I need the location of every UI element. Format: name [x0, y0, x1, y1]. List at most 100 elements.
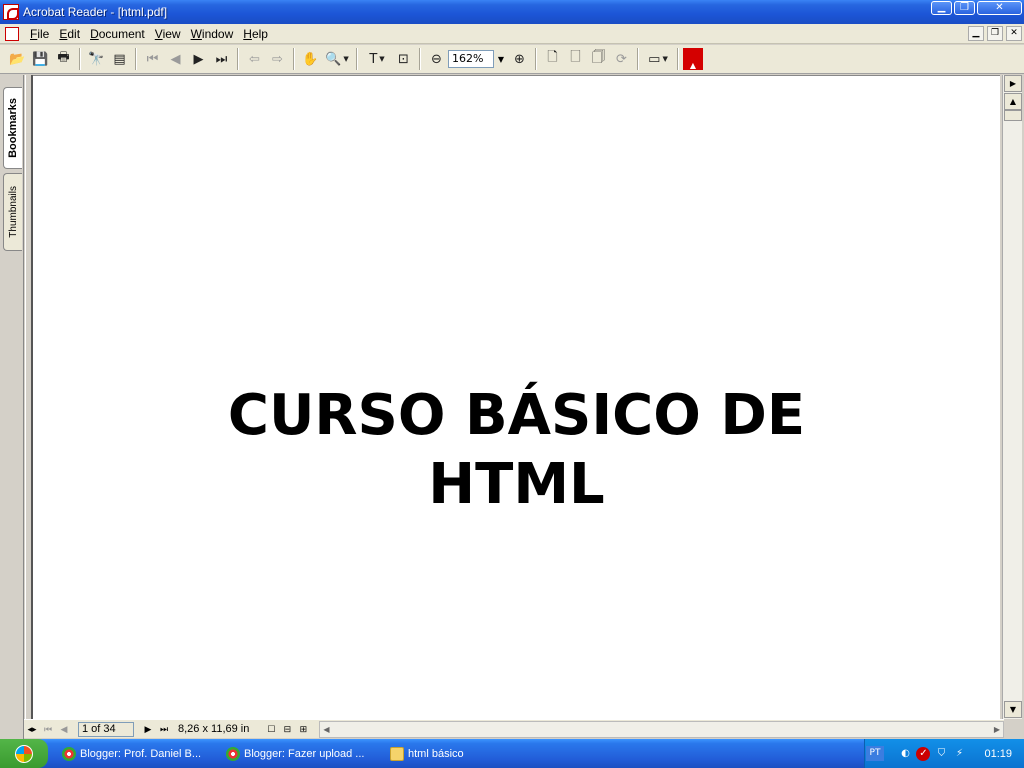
- hand-tool-icon[interactable]: ✋: [299, 48, 322, 71]
- page-layout-icon[interactable]: ▭ ▼: [643, 48, 673, 71]
- toolbar-separator: [237, 48, 239, 70]
- save-icon[interactable]: 💾: [29, 48, 52, 71]
- status-last-page-icon[interactable]: ⏭: [156, 724, 172, 735]
- volume-icon[interactable]: ◐: [898, 747, 912, 761]
- zoom-in-icon[interactable]: ⊕: [508, 48, 531, 71]
- doc-close-icon[interactable]: ✕: [1006, 26, 1022, 41]
- show-hide-navigation-icon[interactable]: ▤: [108, 48, 131, 71]
- toolbar-separator: [677, 48, 679, 70]
- taskbar-item-label: Blogger: Prof. Daniel B...: [80, 747, 202, 760]
- taskbar-item-label: html básico: [408, 747, 464, 760]
- continuous-facing-icon[interactable]: ⊞: [295, 724, 311, 735]
- find-icon[interactable]: 🔭: [85, 48, 108, 71]
- navigation-pane: Bookmarks Thumbnails: [0, 75, 24, 739]
- acrobat-app-icon: [3, 4, 19, 20]
- scroll-up-icon[interactable]: ▲: [1004, 93, 1022, 110]
- vertical-scrollbar[interactable]: ▶ ▲ ▼: [1002, 75, 1022, 719]
- title-bar: Acrobat Reader - [html.pdf] ▁ ❐ ✕: [0, 0, 1024, 24]
- fit-width-icon[interactable]: 🗍: [587, 48, 610, 71]
- menu-view[interactable]: View: [150, 27, 186, 41]
- navigation-pane-toggle-icon[interactable]: ◂▸: [24, 724, 40, 735]
- go-back-icon[interactable]: ⇦: [243, 48, 266, 71]
- windows-logo-icon: [15, 744, 33, 763]
- horizontal-scrollbar[interactable]: ◀ ▶: [319, 720, 1004, 738]
- zoom-tool-icon[interactable]: 🔍 ▼: [322, 48, 352, 71]
- toolbar-separator: [293, 48, 295, 70]
- security-shield-icon[interactable]: ⛉: [934, 747, 948, 761]
- language-indicator[interactable]: PT: [866, 746, 884, 761]
- zoom-dropdown-icon[interactable]: ▼: [494, 55, 508, 64]
- open-icon[interactable]: 📂: [6, 48, 29, 71]
- next-page-icon[interactable]: ▶: [187, 48, 210, 71]
- taskbar-item-label: Blogger: Fazer upload ...: [244, 747, 365, 760]
- pane-splitter[interactable]: [25, 75, 33, 719]
- toolbar-separator: [135, 48, 137, 70]
- tab-thumbnails[interactable]: Thumbnails: [3, 173, 22, 251]
- restore-icon[interactable]: ❐: [954, 1, 975, 15]
- scroll-down-icon[interactable]: ▼: [1004, 701, 1022, 718]
- page-size: 8,26 x 11,69 in: [178, 723, 250, 735]
- toolbar: 📂 💾 🖶 🔭 ▤ ⏮ ◀ ▶ ⏭ ⇦ ⇨ ✋ 🔍 ▼ T ▼ ⊡ ⊖ 162% ▼…: [0, 45, 1024, 74]
- document-icon[interactable]: [5, 26, 19, 41]
- document-title-line-2: HTML: [428, 452, 605, 517]
- close-icon[interactable]: ✕: [977, 1, 1022, 15]
- zoom-out-icon[interactable]: ⊖: [425, 48, 448, 71]
- menu-edit[interactable]: Edit: [54, 27, 85, 41]
- taskbar-item[interactable]: Blogger: Fazer upload ...: [226, 743, 376, 765]
- chrome-icon: [226, 746, 240, 761]
- status-previous-page-icon[interactable]: ◀: [56, 724, 72, 735]
- tab-thumbnails-label: Thumbnails: [7, 186, 19, 238]
- toolbar-separator: [637, 48, 639, 70]
- minimize-icon[interactable]: ▁: [931, 1, 952, 15]
- adobe-logo-icon[interactable]: ▲: [683, 48, 703, 70]
- menu-document[interactable]: Document: [85, 27, 150, 41]
- continuous-icon[interactable]: ⊟: [279, 724, 295, 735]
- tab-bookmarks[interactable]: Bookmarks: [3, 87, 22, 169]
- folder-icon: [390, 746, 404, 761]
- tab-bookmarks-label: Bookmarks: [7, 98, 19, 158]
- scroll-left-icon[interactable]: ◀: [323, 725, 329, 734]
- clock: 01:19: [984, 747, 1012, 760]
- doc-minimize-icon[interactable]: ▁: [968, 26, 984, 41]
- menu-window[interactable]: Window: [186, 27, 239, 41]
- window-controls: ▁ ❐ ✕: [931, 1, 1022, 15]
- scroll-thumb[interactable]: [1004, 110, 1022, 121]
- status-next-page-icon[interactable]: ▶: [140, 724, 156, 735]
- text-select-tool-icon[interactable]: T ▼: [362, 48, 392, 71]
- status-first-page-icon[interactable]: ⏮: [40, 724, 56, 735]
- taskbar-item[interactable]: Blogger: Prof. Daniel B...: [62, 743, 212, 765]
- scroll-right-icon[interactable]: ▶: [994, 725, 1000, 734]
- go-forward-icon[interactable]: ⇨: [266, 48, 289, 71]
- window-title: Acrobat Reader - [html.pdf]: [23, 5, 168, 19]
- toolbar-separator: [79, 48, 81, 70]
- menu-help[interactable]: Help: [238, 27, 273, 41]
- doc-restore-icon[interactable]: ❐: [987, 26, 1003, 41]
- last-page-icon[interactable]: ⏭: [210, 48, 233, 71]
- document-title-line-1: CURSO BÁSICO DE: [227, 383, 806, 448]
- taskbar-item[interactable]: html básico: [390, 743, 540, 765]
- document-page: CURSO BÁSICO DE HTML: [33, 75, 1000, 719]
- previous-page-icon[interactable]: ◀: [164, 48, 187, 71]
- status-bar: ◂▸ ⏮ ◀ 1 of 34 ▶ ⏭ 8,26 x 11,69 in ☐ ⊟ ⊞…: [24, 719, 1004, 738]
- start-button[interactable]: [0, 739, 48, 768]
- document-window-controls: ▁ ❐ ✕: [968, 26, 1022, 41]
- actual-size-icon[interactable]: 🗋: [541, 48, 564, 71]
- page-number-field[interactable]: 1 of 34: [78, 721, 134, 737]
- first-page-icon[interactable]: ⏮: [141, 48, 164, 71]
- toolbar-separator: [356, 48, 358, 70]
- antivirus-icon[interactable]: ✓: [916, 746, 931, 761]
- fit-page-icon[interactable]: 🗌: [564, 48, 587, 71]
- print-icon[interactable]: 🖶: [52, 48, 75, 71]
- pane-expand-icon[interactable]: ▶: [1004, 75, 1022, 92]
- menu-file[interactable]: File: [25, 27, 54, 41]
- snapshot-tool-icon[interactable]: ⊡: [392, 48, 415, 71]
- rotate-view-icon[interactable]: ⟳: [610, 48, 633, 71]
- document-title: CURSO BÁSICO DE HTML: [33, 381, 1000, 519]
- menu-bar: File Edit Document View Window Help ▁ ❐ …: [0, 24, 1024, 44]
- toolbar-separator: [535, 48, 537, 70]
- zoom-level-field[interactable]: 162%: [448, 50, 494, 68]
- chrome-icon: [62, 746, 76, 761]
- single-page-icon[interactable]: ☐: [263, 724, 279, 735]
- toolbar-separator: [419, 48, 421, 70]
- network-icon[interactable]: ⚡: [952, 747, 966, 761]
